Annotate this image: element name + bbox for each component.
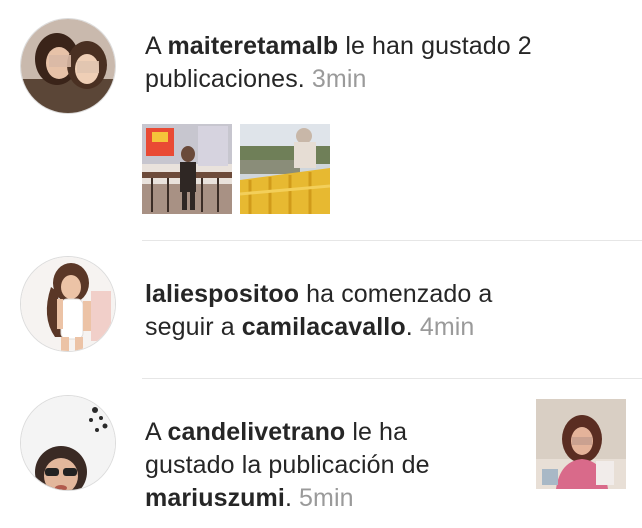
timestamp: 5min [299, 484, 354, 512]
username-link[interactable]: mariuszumi [145, 484, 285, 512]
text-suffix: le ha [345, 418, 408, 446]
activity-feed: A maiteretamalb le han gustado 2 publica… [0, 0, 642, 528]
text-prefix: A [145, 32, 168, 60]
avatar-woman-white-swimsuit-icon[interactable] [20, 256, 116, 352]
post-photo-bench-icon[interactable] [240, 124, 330, 214]
timestamp: 4min [419, 313, 475, 341]
notification-item[interactable]: A maiteretamalb le han gustado 2 publica… [0, 0, 642, 240]
post-photo-street-icon[interactable] [142, 124, 232, 214]
text-prefix: A [145, 418, 168, 446]
username-link[interactable]: maiteretamalb [167, 32, 338, 60]
username-link[interactable]: laliespositoo [145, 280, 299, 308]
notification-text: laliespositoo ha comenzado a seguir a ca… [145, 278, 492, 344]
post-photo-girl-icon[interactable] [536, 399, 626, 489]
notification-item[interactable]: A candelivetrano le ha gustado la public… [0, 379, 642, 528]
text-line: gustado la publicación de [145, 451, 430, 479]
text-suffix: le han gustado 2 [338, 32, 532, 60]
avatar-woman-sunglasses-icon[interactable] [20, 395, 116, 491]
text-suffix: . [405, 313, 420, 341]
notification-text: A maiteretamalb le han gustado 2 publica… [145, 30, 532, 96]
text-prefix: seguir a [145, 313, 242, 341]
text-suffix: ha comenzado a [299, 280, 493, 308]
username-link[interactable]: candelivetrano [167, 418, 345, 446]
avatar-two-women-icon[interactable] [20, 18, 116, 114]
notification-item[interactable]: laliespositoo ha comenzado a seguir a ca… [0, 241, 642, 378]
text-suffix: . [284, 484, 300, 512]
notification-text: A candelivetrano le ha gustado la public… [145, 416, 430, 515]
username-link[interactable]: camilacavallo [242, 313, 406, 341]
text-line: publicaciones. [145, 65, 312, 93]
timestamp: 3min [311, 65, 367, 93]
